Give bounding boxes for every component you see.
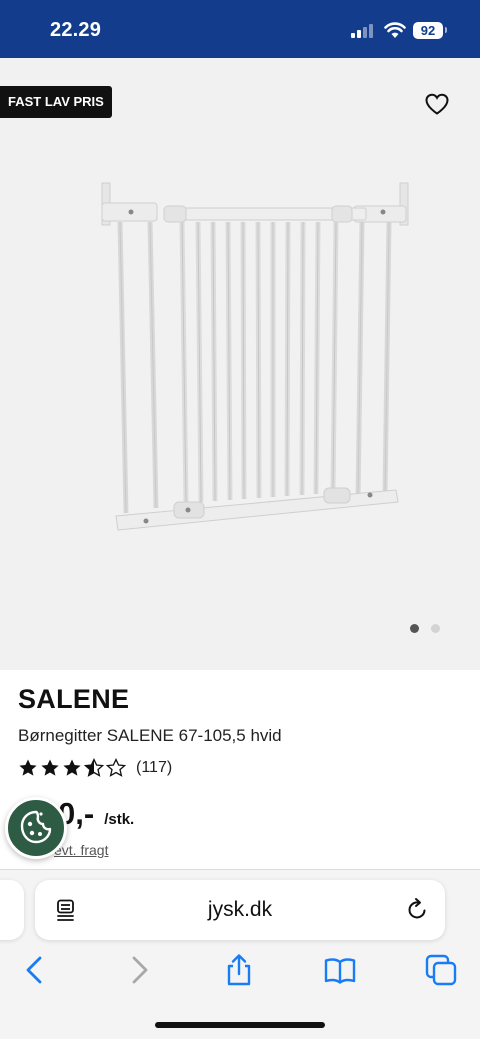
- browser-toolbar: jysk.dk: [0, 870, 480, 1039]
- bookmarks-icon[interactable]: [323, 953, 357, 987]
- tabs-icon[interactable]: [424, 953, 458, 987]
- cookie-icon: [20, 810, 52, 844]
- product-gallery[interactable]: FAST LAV PRIS: [0, 58, 480, 670]
- url-text[interactable]: jysk.dk: [35, 898, 445, 922]
- star-icon: [19, 759, 37, 776]
- product-image: [101, 182, 409, 531]
- wifi-icon: [384, 22, 406, 38]
- back-icon[interactable]: [18, 953, 52, 987]
- heart-icon[interactable]: [424, 92, 450, 116]
- product-brand: SALENE: [18, 684, 130, 714]
- product-title[interactable]: Børnegitter SALENE 67-105,5 hvid: [18, 726, 282, 746]
- cookie-settings-button[interactable]: [5, 797, 67, 859]
- star-icon: [41, 759, 59, 776]
- pagination-dot-1[interactable]: [410, 624, 419, 633]
- forward-icon[interactable]: [122, 953, 156, 987]
- home-indicator[interactable]: [155, 1022, 325, 1028]
- share-icon[interactable]: [222, 953, 256, 987]
- review-count[interactable]: (117): [136, 759, 172, 777]
- reload-icon[interactable]: [405, 897, 430, 922]
- price-badge: FAST LAV PRIS: [0, 86, 112, 118]
- rating[interactable]: (117): [18, 758, 172, 778]
- pagination-dot-2[interactable]: [431, 624, 440, 633]
- price-unit: /stk.: [104, 811, 135, 828]
- half-star-icon: [84, 758, 104, 777]
- previous-tab-preview[interactable]: [0, 880, 24, 940]
- address-bar[interactable]: jysk.dk: [35, 880, 445, 940]
- status-bar: 22.29 92: [0, 0, 480, 58]
- star-icon: [63, 759, 81, 776]
- battery-indicator: 92: [413, 22, 447, 39]
- image-pagination[interactable]: [410, 624, 440, 633]
- status-time: 22.29: [50, 19, 102, 41]
- empty-star-icon: [106, 758, 126, 777]
- signal-icon: [351, 24, 375, 38]
